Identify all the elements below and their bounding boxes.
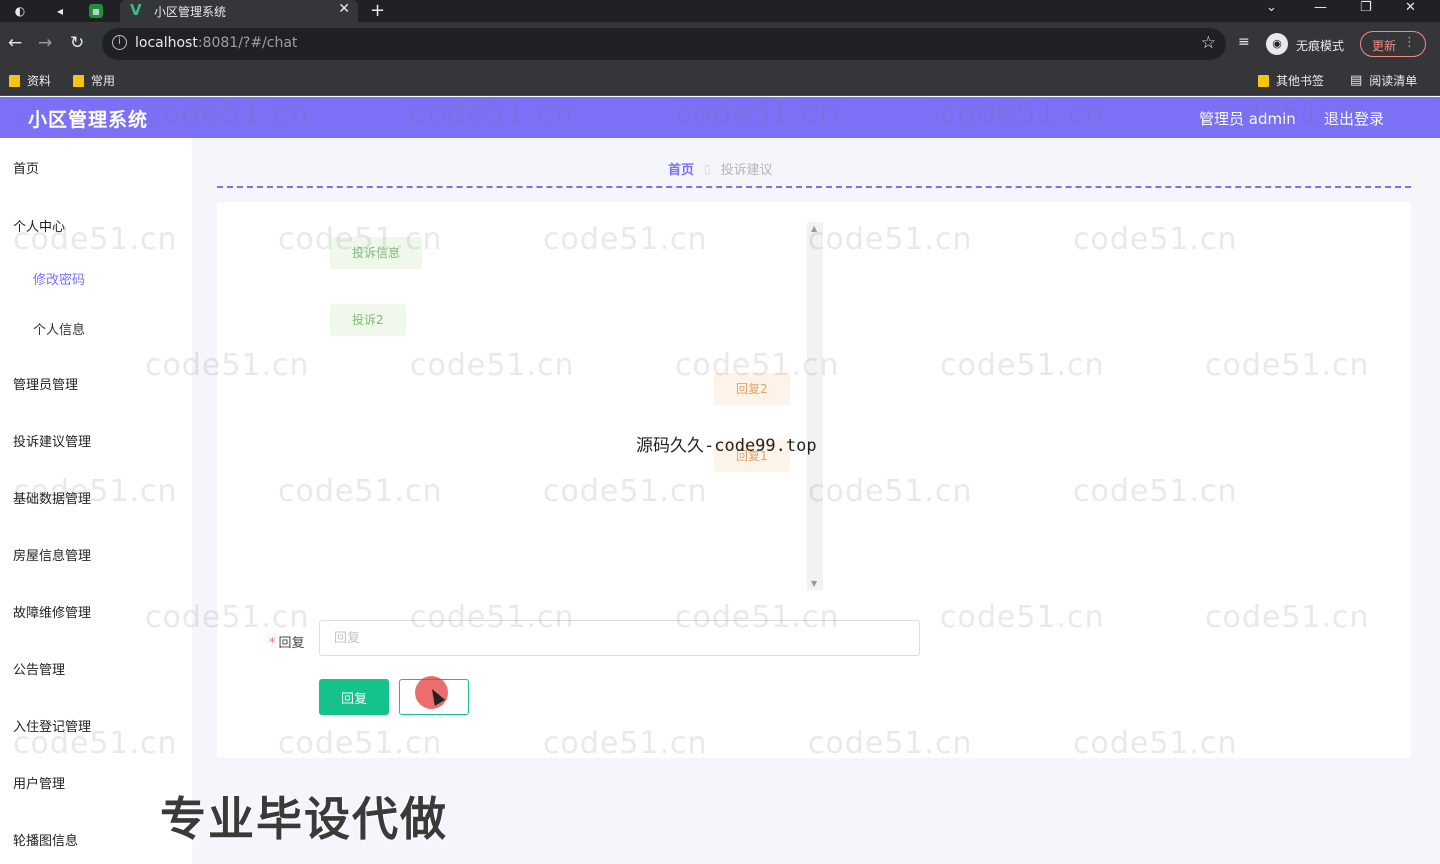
bookmark-label: 其他书签 <box>1276 74 1325 88</box>
folder-icon <box>9 74 20 87</box>
logout-button[interactable]: 退出登录 <box>1324 108 1384 129</box>
chat-scrollbar[interactable]: ▲ ▼ <box>807 222 823 590</box>
scroll-down-icon[interactable]: ▼ <box>811 579 817 588</box>
sidebar-item-personal-center[interactable]: 个人中心 <box>13 216 65 235</box>
reading-list-icon[interactable]: ≡ <box>1238 34 1250 50</box>
bookmark-folder-changyong[interactable]: 常用 <box>73 72 115 89</box>
required-mark: * <box>269 636 276 651</box>
app-title: 小区管理系统 <box>28 109 149 131</box>
sidebar-item-carousel[interactable]: 轮播图信息 <box>13 830 78 849</box>
center-overlay-text: 源码久久-code99.top <box>636 436 817 456</box>
vue-logo-icon: V <box>130 1 142 19</box>
update-label: 更新 <box>1372 39 1397 53</box>
reply-button[interactable]: 回复 <box>319 679 389 715</box>
main-content: 首页 ▯ 投诉建议 ▲ ▼ 投诉信息 投诉2 回复2 回复1 * 回复 回复 <box>192 138 1440 864</box>
sidebar-item-base-data[interactable]: 基础数据管理 <box>13 488 91 507</box>
chat-panel: ▲ ▼ 投诉信息 投诉2 回复2 回复1 * 回复 回复 <box>217 202 1411 758</box>
sidebar-item-personal-info[interactable]: 个人信息 <box>33 319 85 338</box>
breadcrumb-separator-icon: ▯ <box>704 161 711 176</box>
new-tab-icon[interactable]: + <box>370 0 385 21</box>
divider <box>217 186 1411 188</box>
url-path: :8081/?#/chat <box>197 35 298 51</box>
url-host: localhost <box>135 35 198 51</box>
chat-message-left: 投诉2 <box>330 304 406 336</box>
globe-icon[interactable]: ◐ <box>11 2 29 20</box>
incognito-label: 无痕模式 <box>1296 39 1345 53</box>
reply-label: * 回复 <box>269 632 305 651</box>
browser-tab-bar: ◐ ◂ ▦ V 小区管理系统 ✕ + ⌄ — ❐ ✕ <box>0 0 1440 22</box>
promo-overlay-text: 专业毕设代做 <box>160 792 448 846</box>
update-button[interactable]: 更新 ⋮ <box>1360 31 1426 57</box>
sidebar-item-house-info[interactable]: 房屋信息管理 <box>13 545 91 564</box>
breadcrumb-current: 投诉建议 <box>720 163 773 178</box>
menu-dots-icon[interactable]: ⋮ <box>1403 35 1416 50</box>
site-info-icon[interactable]: i <box>112 35 127 50</box>
minimize-icon[interactable]: — <box>1314 0 1327 15</box>
chat-message-right: 回复2 <box>714 373 790 405</box>
sidebar-item-repair[interactable]: 故障维修管理 <box>13 602 91 621</box>
sidebar-item-checkin[interactable]: 入住登记管理 <box>13 716 91 735</box>
back-icon[interactable]: ← <box>8 33 22 53</box>
address-bar[interactable]: i localhost:8081/?#/chat ☆ <box>102 28 1226 60</box>
reload-icon[interactable]: ↻ <box>70 33 84 53</box>
bookmark-label: 阅读清单 <box>1369 74 1418 88</box>
folder-icon <box>73 74 84 87</box>
app-header: 小区管理系统 管理员 admin 退出登录 <box>0 97 1440 138</box>
browser-toolbar: ← → ↻ i localhost:8081/?#/chat ☆ ≡ ◉ 无痕模… <box>0 22 1440 66</box>
window-close-icon[interactable]: ✕ <box>1405 0 1416 15</box>
url-text[interactable]: localhost:8081/?#/chat <box>135 35 297 51</box>
sidebar: 首页 个人中心 修改密码 个人信息 管理员管理 投诉建议管理 基础数据管理 房屋… <box>0 138 192 864</box>
breadcrumb-home[interactable]: 首页 <box>668 159 694 178</box>
reply-label-text: 回复 <box>278 636 305 651</box>
sidebar-item-notice[interactable]: 公告管理 <box>13 659 65 678</box>
breadcrumb: 首页 ▯ 投诉建议 <box>668 159 773 179</box>
sidebar-item-home[interactable]: 首页 <box>13 158 39 177</box>
forward-icon[interactable]: → <box>38 33 52 53</box>
sidebar-item-change-password[interactable]: 修改密码 <box>33 269 85 288</box>
chat-message-left: 投诉信息 <box>330 237 423 269</box>
chat-area <box>320 222 824 590</box>
speaker-icon[interactable]: ◂ <box>51 2 69 20</box>
reading-list-button[interactable]: ▤ 阅读清单 <box>1350 72 1417 89</box>
sidebar-item-complaint-mgmt[interactable]: 投诉建议管理 <box>13 431 91 450</box>
tab-close-icon[interactable]: ✕ <box>338 1 350 17</box>
admin-label: 管理员 admin <box>1199 110 1296 128</box>
incognito-icon[interactable]: ◉ <box>1266 33 1288 55</box>
reading-list-icon: ▤ <box>1350 73 1363 88</box>
scroll-up-icon[interactable]: ▲ <box>811 224 817 233</box>
folder-icon <box>1258 74 1269 87</box>
bookmark-folder-other[interactable]: 其他书签 <box>1258 72 1324 89</box>
bookmark-label: 资料 <box>27 74 52 88</box>
app-tab-icon[interactable]: ▦ <box>89 4 103 18</box>
bookmarks-bar: 资料 常用 其他书签 ▤ 阅读清单 <box>0 66 1440 96</box>
restore-icon[interactable]: ❐ <box>1360 0 1372 15</box>
tab-search-icon[interactable]: ⌄ <box>1266 0 1277 15</box>
sidebar-item-admin-mgmt[interactable]: 管理员管理 <box>13 374 78 393</box>
active-tab[interactable]: V 小区管理系统 ✕ <box>120 0 358 22</box>
sidebar-item-users[interactable]: 用户管理 <box>13 773 65 792</box>
tab-title: 小区管理系统 <box>154 5 227 19</box>
reply-input[interactable] <box>319 620 920 656</box>
bookmark-star-icon[interactable]: ☆ <box>1201 33 1216 53</box>
bookmark-label: 常用 <box>91 74 116 88</box>
bookmark-folder-ziliao[interactable]: 资料 <box>9 72 51 89</box>
